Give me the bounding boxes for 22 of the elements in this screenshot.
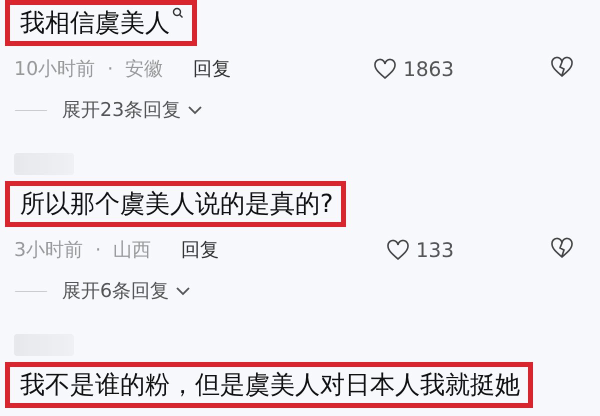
comment-text: 我相信虞美人 bbox=[5, 0, 197, 46]
expand-replies-link[interactable]: 展开23条回复 bbox=[62, 97, 204, 123]
comment-time: 10小时前 bbox=[14, 57, 96, 82]
comment-time: 3小时前 bbox=[14, 238, 84, 263]
chevron-down-icon bbox=[175, 286, 192, 296]
comment-location: 安徽 bbox=[125, 57, 164, 82]
comment-location: 山西 bbox=[113, 238, 152, 263]
separator-dot: · bbox=[107, 58, 114, 80]
reply-link[interactable]: 回复 bbox=[193, 56, 232, 82]
like-count: 1863 bbox=[403, 57, 454, 81]
expand-replies-link[interactable]: 展开6条回复 bbox=[62, 278, 192, 304]
search-icon[interactable] bbox=[172, 7, 184, 19]
reply-link[interactable]: 回复 bbox=[181, 237, 220, 263]
broken-heart-icon[interactable] bbox=[550, 236, 574, 258]
broken-heart-icon[interactable] bbox=[550, 56, 574, 78]
chevron-down-icon bbox=[187, 105, 204, 115]
like-count: 133 bbox=[416, 238, 454, 262]
heart-icon[interactable] bbox=[386, 239, 410, 261]
heart-icon[interactable] bbox=[373, 58, 398, 80]
comment-text: 我不是谁的粉，但是虞美人对日本人我就挺她 bbox=[5, 362, 533, 408]
comment-text: 所以那个虞美人说的是真的? bbox=[5, 181, 346, 227]
separator-dot: · bbox=[95, 239, 102, 261]
